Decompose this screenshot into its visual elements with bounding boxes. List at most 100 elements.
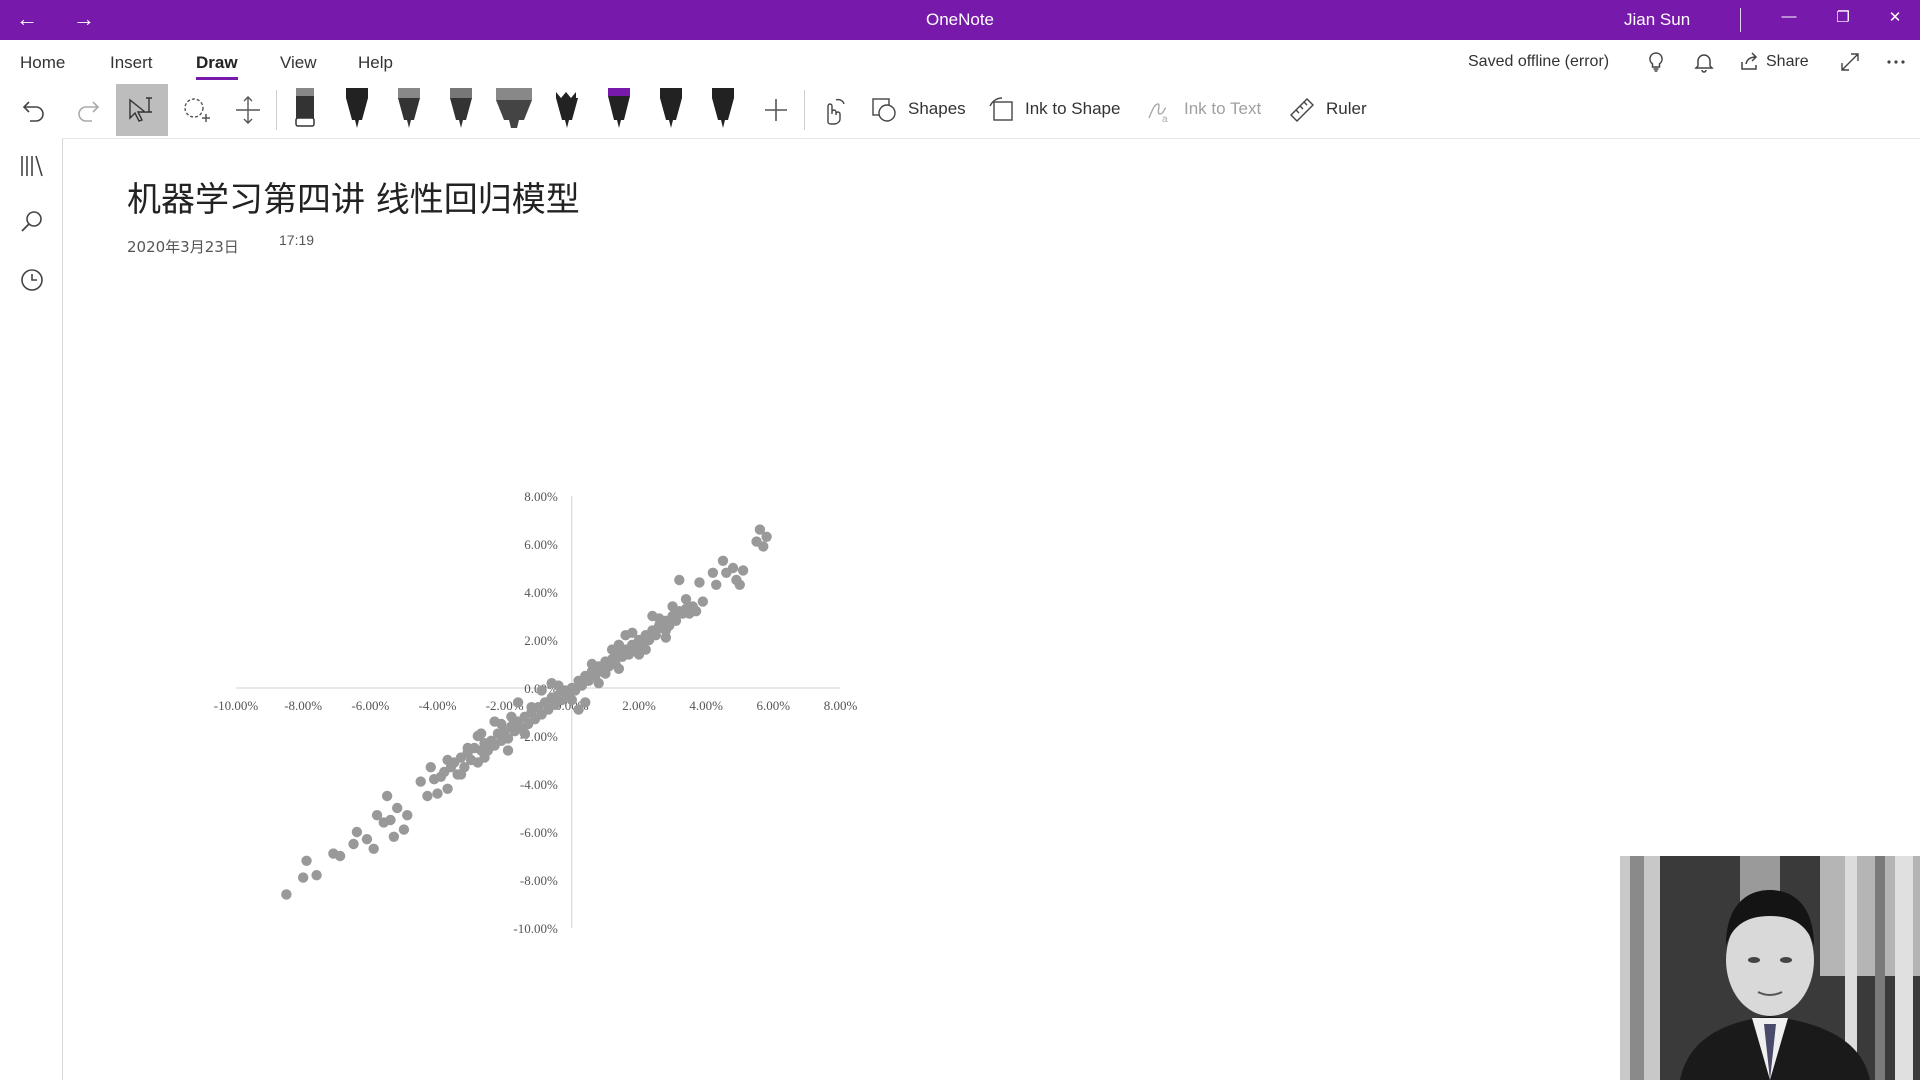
scatter-point <box>758 541 769 552</box>
share-button[interactable]: Share <box>1766 53 1809 71</box>
notebooks-icon[interactable] <box>18 152 46 180</box>
x-tick-label: -8.00% <box>284 698 322 713</box>
lasso-select-icon[interactable] <box>180 94 212 126</box>
ink-to-text-button[interactable]: Ink to Text <box>1184 99 1261 119</box>
restore-button[interactable]: ❐ <box>1828 8 1858 26</box>
galaxy-pen-icon <box>556 92 578 128</box>
tab-help[interactable]: Help <box>358 53 393 73</box>
tab-insert[interactable]: Insert <box>110 53 153 73</box>
scatter-point <box>633 649 645 660</box>
scatter-point <box>653 613 665 624</box>
scatter-point <box>512 697 524 708</box>
scatter-point <box>660 632 672 643</box>
y-tick-label: 4.00% <box>524 585 558 600</box>
pen-8-button[interactable] <box>708 86 738 135</box>
scatter-point <box>711 579 722 590</box>
select-text-tool-button[interactable] <box>116 84 168 136</box>
scatter-point <box>281 889 292 900</box>
ink-to-shape-icon[interactable] <box>988 96 1016 124</box>
search-icon[interactable] <box>18 208 46 236</box>
add-pen-icon[interactable] <box>762 96 790 124</box>
scatter-point <box>301 855 312 866</box>
scatter-point <box>573 704 584 715</box>
ruler-icon[interactable] <box>1288 96 1316 124</box>
scatter-point <box>455 769 467 780</box>
eraser-pen-icon <box>295 88 315 127</box>
pen-3-button[interactable] <box>394 86 424 135</box>
scatter-point <box>415 776 426 787</box>
scatter-point <box>422 790 433 802</box>
scatter-point <box>432 788 443 799</box>
minimize-button[interactable]: — <box>1774 8 1804 25</box>
y-tick-label: 8.00% <box>524 489 558 504</box>
scatter-point <box>398 824 410 835</box>
scatter-point <box>627 627 638 638</box>
tab-view[interactable]: View <box>280 53 317 73</box>
tab-draw[interactable]: Draw <box>196 53 238 73</box>
ink-to-text-icon[interactable]: a <box>1146 96 1174 124</box>
more-options-icon[interactable] <box>1884 50 1908 74</box>
scatter-point <box>536 685 547 696</box>
scatter-point <box>442 754 453 766</box>
x-tick-label: 8.00% <box>824 698 858 713</box>
page-time: 17:19 <box>279 232 315 248</box>
pen-5-button[interactable] <box>552 86 582 135</box>
undo-icon[interactable] <box>20 96 48 124</box>
pen-4-button[interactable] <box>446 86 476 135</box>
pen-icon <box>712 88 734 128</box>
page-date: 2020年3月23日 <box>127 238 239 256</box>
tab-home[interactable]: Home <box>20 53 65 73</box>
fullscreen-icon[interactable] <box>1838 50 1862 74</box>
scatter-point <box>694 577 705 588</box>
shapes-icon[interactable] <box>870 96 898 124</box>
scatter-point <box>311 870 322 881</box>
close-button[interactable]: ✕ <box>1880 8 1910 26</box>
page-title[interactable]: 机器学习第四讲 线性回归模型 <box>127 172 580 221</box>
scatter-point <box>472 730 483 742</box>
scatter-chart[interactable]: -10.00% -8.00% -6.00% -4.00% -2.00% 0.00% 2.00… <box>180 480 1160 950</box>
ink-to-shape-button[interactable]: Ink to Shape <box>1025 99 1120 119</box>
highlighter-button[interactable] <box>494 86 534 135</box>
pen-icon <box>398 88 420 128</box>
share-icon[interactable] <box>1738 50 1762 74</box>
pen-icon <box>450 88 472 128</box>
pen-icon <box>660 88 682 128</box>
scatter-point <box>600 668 611 679</box>
scatter-point <box>680 594 692 605</box>
scatter-point <box>717 555 729 566</box>
redo-icon[interactable] <box>74 96 102 124</box>
title-bar: ← → OneNote Jian Sun — ❐ ✕ <box>0 0 1920 40</box>
touch-drawing-icon[interactable] <box>818 94 848 126</box>
pen-2-button[interactable] <box>342 86 372 135</box>
pen-icon <box>346 88 368 128</box>
scatter-point <box>734 579 745 590</box>
scatter-point <box>496 718 507 730</box>
scatter-point <box>667 601 678 612</box>
lightbulb-icon[interactable] <box>1644 50 1668 74</box>
toolbar-separator <box>276 90 277 130</box>
x-tick-label: -4.00% <box>419 698 457 713</box>
user-name[interactable]: Jian Sun <box>1624 10 1690 30</box>
bell-icon[interactable] <box>1692 50 1716 74</box>
y-tick-label: 2.00% <box>524 633 558 648</box>
scatter-point <box>297 872 309 883</box>
pen-1-button[interactable] <box>290 86 320 135</box>
scatter-point <box>351 826 363 838</box>
shapes-button[interactable]: Shapes <box>908 99 966 119</box>
scatter-point <box>425 762 436 773</box>
x-tick-label: -6.00% <box>351 698 389 713</box>
highlighter-icon <box>496 88 532 128</box>
scatter-point <box>566 694 578 706</box>
x-tick-label: 2.00% <box>622 698 656 713</box>
recent-notes-icon[interactable] <box>18 266 46 294</box>
sync-status[interactable]: Saved offline (error) <box>1468 53 1609 71</box>
ruler-button[interactable]: Ruler <box>1326 99 1367 119</box>
x-tick-label: 4.00% <box>689 698 723 713</box>
pen-6-button[interactable] <box>604 86 634 135</box>
insert-space-icon[interactable] <box>234 94 262 126</box>
svg-text:a: a <box>1162 114 1168 124</box>
scatter-point <box>348 838 359 850</box>
pen-7-button[interactable] <box>656 86 686 135</box>
webcam-video-overlay <box>1620 856 1920 1080</box>
y-tick-label: -4.00% <box>520 777 558 792</box>
